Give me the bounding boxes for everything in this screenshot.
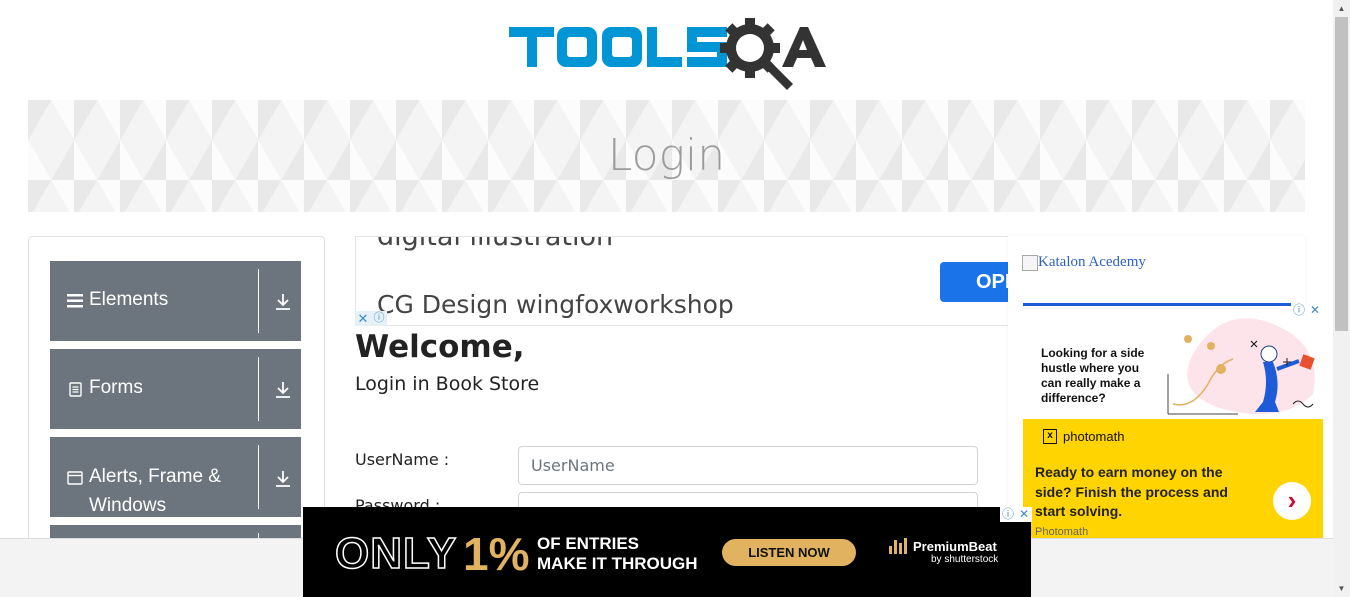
scroll-up-arrow-icon[interactable]: ▲: [1333, 0, 1350, 17]
divider: [258, 269, 259, 333]
sidebar-group-alerts[interactable]: Alerts, Frame & Windows: [50, 437, 301, 517]
welcome-heading: Welcome,: [355, 329, 525, 365]
info-icon[interactable]: ⓘ: [1000, 507, 1016, 522]
download-icon[interactable]: [272, 291, 294, 313]
ad-headline: Looking for a side hustle where you can …: [1041, 346, 1145, 405]
bottom-ad[interactable]: ONLY 1% OF ENTRIES MAKE IT THROUGH LISTE…: [303, 507, 1032, 597]
toolsqa-logo[interactable]: [507, 14, 832, 92]
photomath-ad[interactable]: Looking for a side hustle where you can …: [1023, 303, 1323, 538]
info-icon[interactable]: ⓘ: [1291, 303, 1307, 318]
equalizer-icon: [889, 538, 907, 554]
brand-sub: by shutterstock: [931, 554, 999, 565]
katalon-alt-text: Katalon Acedemy: [1038, 254, 1146, 270]
photomath-logo-icon: x: [1043, 429, 1057, 444]
sidebar-group-label: Forms: [89, 377, 143, 398]
username-input[interactable]: [518, 446, 978, 485]
close-icon[interactable]: ✕: [1016, 507, 1032, 522]
brand-name: PremiumBeat: [913, 538, 997, 554]
ad-open-button[interactable]: OPEN: [940, 262, 1008, 302]
brand-name: photomath: [1063, 429, 1125, 444]
ad-headline: digital illustration: [377, 236, 614, 252]
ad-percent-text: 1%: [463, 528, 530, 580]
window-icon: [66, 469, 84, 487]
logo-graphic: [509, 18, 826, 90]
divider: [258, 357, 259, 421]
listen-now-button[interactable]: LISTEN NOW: [722, 539, 856, 566]
sidebar-group-label: Elements: [89, 289, 169, 310]
top-ad[interactable]: digital illustration CG Design wingfoxwo…: [355, 236, 1008, 326]
page-title: Login: [607, 130, 726, 181]
adchoices[interactable]: ✕ ⓘ: [355, 311, 387, 326]
scroll-thumb[interactable]: [1335, 17, 1348, 331]
sidebar-group-label: Alerts, Frame &: [89, 466, 221, 487]
ad-tagline-line1: OF ENTRIES: [537, 534, 640, 553]
adchoices[interactable]: ⓘ ✕: [1000, 507, 1032, 522]
vertical-scrollbar[interactable]: ▲ ▼: [1333, 0, 1350, 597]
sidebar-group-label-line2: Windows: [89, 495, 167, 516]
download-icon[interactable]: [272, 379, 294, 401]
sidebar-group-forms[interactable]: Forms: [50, 349, 301, 429]
illustration-image: [1167, 318, 1315, 415]
sidebar-group-elements[interactable]: Elements: [50, 261, 301, 341]
hamburger-icon: [66, 292, 84, 310]
scroll-down-arrow-icon[interactable]: ▼: [1333, 580, 1350, 597]
document-icon: [66, 380, 84, 398]
photomath-brand: x photomath: [1043, 429, 1124, 444]
download-icon[interactable]: [272, 468, 294, 490]
ad-tagline-line2: MAKE IT THROUGH: [537, 554, 698, 573]
divider: [258, 445, 259, 509]
login-subtitle: Login in Book Store: [355, 373, 540, 395]
ad-advertiser: CG Design wingfoxworkshop: [377, 290, 734, 319]
ad-body-text: Ready to earn money on the side? Finish …: [1035, 464, 1228, 519]
sidebar: Elements Forms Alerts, Frame & Windows: [28, 236, 325, 556]
page: Login Elements Forms Alerts, Frame & Win…: [0, 0, 1350, 597]
premiumbeat-brand: PremiumBeat by shutterstock: [889, 538, 998, 565]
ad-only-text: ONLY: [334, 528, 458, 579]
username-label: UserName :: [355, 450, 450, 469]
ad-body-area: x photomath Ready to earn money on the s…: [1023, 419, 1323, 538]
close-icon[interactable]: ✕: [1307, 303, 1323, 318]
katalon-ad-link[interactable]: Katalon Acedemy: [1022, 254, 1146, 271]
page-banner: Login: [28, 100, 1305, 212]
broken-image-icon: [1022, 254, 1038, 271]
ad-tagline: OF ENTRIES MAKE IT THROUGH: [537, 534, 698, 574]
info-icon[interactable]: ⓘ: [371, 311, 387, 326]
chevron-right-icon[interactable]: ›: [1273, 482, 1311, 520]
close-icon[interactable]: ✕: [355, 311, 371, 326]
ad-footer: Photomath: [1035, 526, 1089, 538]
ad-illustration-area: Looking for a side hustle where you can …: [1023, 303, 1323, 419]
